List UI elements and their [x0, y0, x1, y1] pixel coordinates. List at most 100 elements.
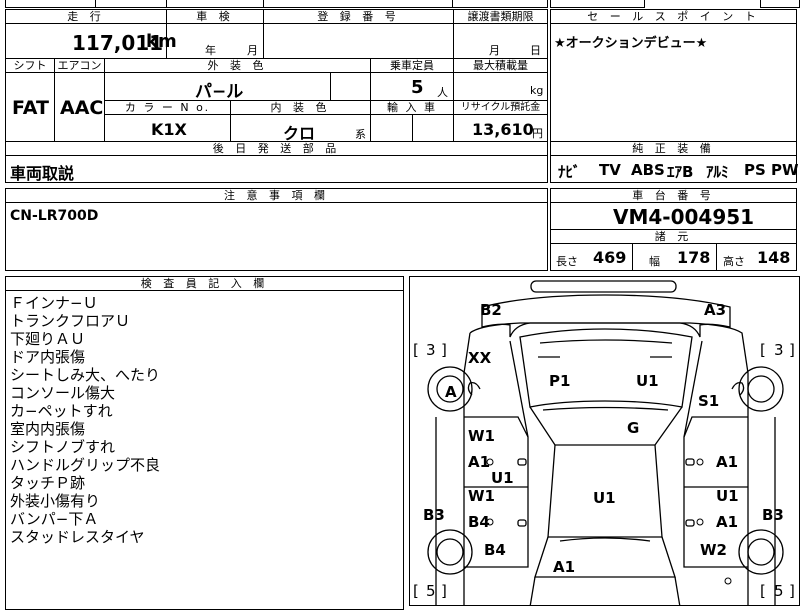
mark-u1-hood: U1 — [636, 372, 659, 390]
registration-header: 登 録 番 号 — [263, 9, 454, 24]
tire-count-bottom-right: 5 — [774, 582, 784, 600]
color-no-cell: K1X — [104, 114, 231, 142]
mileage-cell: 117,011 km — [5, 23, 177, 59]
aircon-header: エアコン — [54, 58, 105, 73]
aircon-cell: AAC — [54, 72, 105, 142]
recycle-unit: 円 — [532, 127, 543, 140]
car-diagram: [ 3 ] [ 3 ] [ 5 ] [ 5 ] B2 A3 XX A P1 U1… — [409, 276, 800, 606]
transfer-day-label: 日 — [530, 44, 541, 57]
mark-b4-rear-left: B4 — [484, 541, 506, 559]
mark-a-front: A — [445, 383, 457, 401]
import-header: 輸 入 車 — [370, 100, 454, 115]
tire-count-top-left: 3 — [426, 341, 436, 359]
interior-color-cell: クロ 系 — [230, 114, 371, 143]
inspector-line: シートしみ大、へたり — [10, 366, 161, 384]
tire-bottom-right-close: ] — [789, 582, 795, 600]
chassis-cell: VM4-004951 — [550, 202, 797, 230]
tire-top-left-open: [ — [413, 341, 419, 359]
inspector-line: 外装小傷有り — [10, 492, 101, 510]
inspector-line: ドア内張傷 — [10, 348, 86, 366]
tire-bottom-left-open: [ — [413, 582, 419, 600]
exterior-color-header: 外 装 色 — [104, 58, 371, 73]
inspector-line: シフトノブすれ — [10, 438, 116, 456]
mark-g: G — [627, 419, 640, 437]
shift-value: FAT — [12, 97, 49, 119]
mark-a3: A3 — [704, 301, 727, 319]
equipment-pw: PW — [771, 161, 799, 179]
specs-header: 諸 元 — [550, 229, 797, 244]
specs-length-label: 長さ — [556, 255, 578, 268]
specs-width-value: 178 — [677, 248, 711, 267]
recycle-cell: 13,610 円 — [453, 114, 548, 142]
capacity-unit: 人 — [437, 86, 448, 99]
inspector-lines: Ｆインナ−Ｕ トランクフロアＵ 下廻りＡＵ ドア内張傷 シートしみ大、へたり コ… — [10, 294, 160, 546]
specs-width-cell: 幅 178 — [632, 243, 717, 271]
inspection-year-label: 年 — [205, 44, 216, 57]
top-strip-cell-1 — [95, 0, 167, 8]
equipment-ps: PS — [744, 161, 766, 179]
later-parts-value: 車両取説 — [10, 164, 75, 183]
mark-b2: B2 — [480, 301, 502, 319]
inspection-header: 車 検 — [166, 9, 264, 24]
recycle-header: リサイクル預託金 — [453, 100, 548, 115]
inspector-line: タッチＰ跡 — [10, 474, 86, 492]
inspector-line: 室内内張傷 — [10, 420, 86, 438]
mark-b4-left-door: B4 — [468, 513, 490, 531]
mark-u1-left-mid: U1 — [491, 469, 514, 487]
mark-s1: S1 — [698, 392, 720, 410]
transfer-month-label: 月 — [489, 44, 500, 57]
chassis-header: 車 台 番 号 — [550, 188, 797, 203]
exterior-color-cell: パ−ル — [104, 72, 331, 102]
mark-w2: W2 — [700, 541, 727, 559]
mark-b3-right: B3 — [762, 506, 784, 524]
equipment-alloy: ｱﾙﾐ — [706, 163, 729, 181]
transfer-deadline-cell: 月 日 — [453, 23, 548, 59]
inspector-line: 下廻りＡＵ — [10, 330, 86, 348]
interior-color-suffix: 系 — [355, 128, 366, 141]
inspector-line: カ−ペットすれ — [10, 402, 113, 420]
tire-top-right-open: [ — [760, 341, 766, 359]
specs-height-value: 148 — [757, 248, 791, 267]
exterior-color-extra-cell — [330, 72, 371, 101]
equipment-tv: TV — [599, 161, 621, 179]
import-cell-a — [370, 114, 413, 142]
specs-length-value: 469 — [593, 248, 627, 267]
mark-b3-left: B3 — [423, 506, 445, 524]
chassis-value: VM4-004951 — [613, 205, 755, 229]
color-no-header: カ ラ ー N o. — [104, 100, 231, 115]
interior-color-header: 内 装 色 — [230, 100, 371, 115]
tire-top-left-close: ] — [441, 341, 447, 359]
inspector-cell: Ｆインナ−Ｕ トランクフロアＵ 下廻りＡＵ ドア内張傷 シートしみ大、へたり コ… — [5, 290, 404, 610]
transfer-deadline-header: 譲渡書類期限 — [453, 9, 548, 24]
import-cell-b — [412, 114, 454, 142]
mark-a1-right-front: A1 — [716, 453, 739, 471]
top-strip-right-2 — [760, 0, 800, 8]
inspector-line: Ｆインナ−Ｕ — [10, 294, 98, 312]
inspector-line: スタッドレスタイヤ — [10, 528, 145, 546]
inspector-line: トランクフロアＵ — [10, 312, 131, 330]
inspection-month-label: 月 — [247, 44, 258, 57]
inspector-line: ハンドルグリップ不良 — [10, 456, 161, 474]
mark-w1-left-rear: W1 — [468, 487, 495, 505]
mark-xx: XX — [468, 349, 492, 367]
specs-height-label: 高さ — [723, 255, 745, 268]
mark-w1-left-front: W1 — [468, 427, 495, 445]
max-load-cell: kg — [453, 72, 548, 101]
later-parts-cell: 車両取説 — [5, 155, 548, 183]
mark-a1-right-rear: A1 — [716, 513, 739, 531]
shift-cell: FAT — [5, 72, 55, 142]
notes-field-header: 注 意 事 項 欄 — [5, 188, 548, 203]
specs-length-cell: 長さ 469 — [550, 243, 633, 271]
inspector-line: コンソール傷大 — [10, 384, 116, 402]
tire-bottom-left-close: ] — [441, 582, 447, 600]
mark-u1-roof: U1 — [593, 489, 616, 507]
specs-width-label: 幅 — [649, 255, 660, 268]
top-strip-cell-2 — [263, 0, 453, 8]
equipment-nav: ﾅﾋﾞ — [558, 163, 581, 181]
equipment-header: 純 正 装 備 — [550, 141, 797, 156]
sales-point-cell: ★オークションデビュー★ — [550, 23, 797, 142]
mark-a1-left-front: A1 — [468, 453, 491, 471]
inspection-cell: 年 月 — [166, 23, 264, 59]
specs-height-cell: 高さ 148 — [716, 243, 797, 271]
capacity-header: 乗車定員 — [370, 58, 454, 73]
